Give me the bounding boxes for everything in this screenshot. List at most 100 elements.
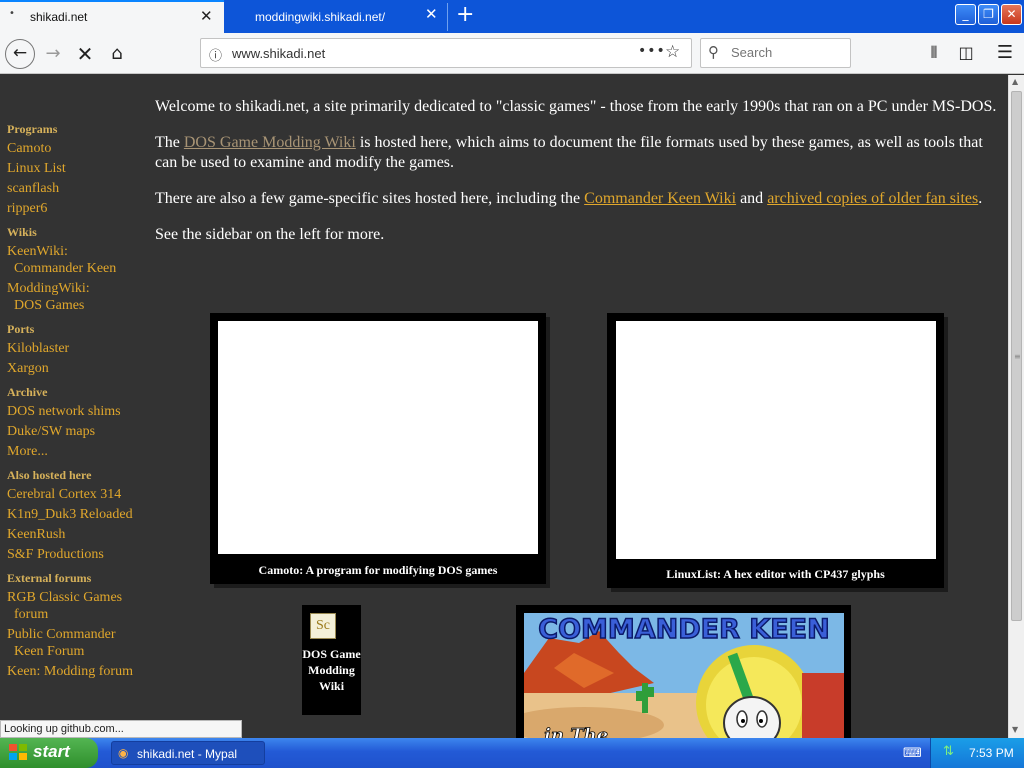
main-content: Welcome to shikadi.net, a site primarily… [155, 97, 1000, 261]
sidebar-link[interactable]: Linux List [7, 160, 147, 177]
modding-wiki-link[interactable]: DOS Game Modding Wiki [184, 134, 356, 151]
sidebar-link[interactable]: Public Commander Keen Forum [7, 626, 147, 660]
home-button[interactable]: ⌂ [102, 39, 132, 69]
sidebar-link[interactable]: S&F Productions [7, 546, 147, 563]
linuxlist-card[interactable]: LinuxList: A hex editor with CP437 glyph… [607, 313, 944, 588]
sidebar-link-text: Linux List [7, 161, 66, 176]
sites-paragraph: There are also a few game-specific sites… [155, 189, 1000, 209]
system-tray: ⇅ 7:53 PM [930, 738, 1024, 768]
sidebar-link-text: K1n9_Duk3 Reloaded [7, 507, 133, 522]
keen-title: COMMANDER KEEN [538, 614, 829, 645]
sidebar-link[interactable]: K1n9_Duk3 Reloaded [7, 506, 147, 523]
linuxlist-caption: LinuxList: A hex editor with CP437 glyph… [666, 567, 885, 581]
linuxlist-screenshot[interactable] [616, 321, 936, 559]
sidebar-link-text: Camoto [7, 141, 52, 156]
close-tab-icon[interactable]: ✕ [425, 5, 438, 23]
sidebar-link-text: forum [14, 607, 49, 622]
tab-title: shikadi.net [30, 10, 88, 24]
wiki-logo[interactable]: Sc [310, 613, 336, 639]
fan-sites-link[interactable]: archived copies of older fan sites [767, 190, 978, 207]
forward-button[interactable]: → [38, 39, 68, 69]
scroll-down-icon[interactable]: ▼ [1012, 725, 1018, 734]
sidebar-link[interactable]: RGB Classic Games forum [7, 589, 147, 623]
text: . [978, 190, 983, 207]
navigation-toolbar: ← → ✕ ⌂ ⓘ www.shikadi.net ••• ☆ ⚲ ⫴ ◫ ☰ [0, 33, 1024, 74]
vertical-scrollbar[interactable]: ▲ ≡ ▼ [1008, 75, 1024, 738]
sidebar-link-text: Commander Keen [14, 261, 117, 276]
sidebar-link[interactable]: More... [7, 443, 147, 460]
scroll-grip-icon: ≡ [1014, 352, 1021, 361]
commander-keen-image[interactable]: COMMANDER KEEN in The [524, 613, 844, 738]
sidebar-link[interactable]: ripper6 [7, 200, 147, 217]
sidebar-heading: Wikis [7, 225, 37, 239]
sidebar-link-text: Xargon [7, 361, 49, 376]
search-icon: ⚲ [708, 43, 719, 61]
modding-wiki-card[interactable]: Sc DOS Game Modding Wiki [302, 605, 361, 715]
sidebar-link-text: Keen: Modding forum [7, 664, 133, 679]
keen-card[interactable]: COMMANDER KEEN in The [516, 605, 851, 738]
camoto-screenshot[interactable] [218, 321, 538, 554]
close-tab-icon[interactable]: ✕ [200, 7, 213, 25]
sidebar-note: See the sidebar on the left for more. [155, 226, 385, 243]
scroll-up-icon[interactable]: ▲ [1012, 77, 1018, 86]
sidebar-toggle-icon[interactable]: ◫ [952, 39, 980, 67]
windows-logo-icon [9, 744, 29, 762]
sidebar-link-text: KeenRush [7, 527, 66, 542]
taskbar-item-label: shikadi.net - Mypal [137, 747, 238, 761]
page-actions-icon[interactable]: ••• [638, 43, 666, 59]
sidebar-link-text: Kiloblaster [7, 341, 70, 356]
start-label: start [33, 742, 70, 761]
hamburger-menu-icon[interactable]: ☰ [991, 39, 1019, 67]
sidebar-link[interactable]: DOS network shims [7, 403, 147, 420]
sidebar-heading: Archive [7, 385, 48, 399]
sidebar-link[interactable]: Duke/SW maps [7, 423, 147, 440]
tab-moddingwiki[interactable]: moddingwiki.shikadi.net/ ✕ [226, 3, 448, 31]
close-window-button[interactable]: ✕ [1001, 4, 1022, 25]
search-input[interactable] [731, 45, 841, 60]
sidebar-link[interactable]: ModdingWiki: DOS Games [7, 280, 147, 314]
back-button[interactable]: ← [5, 39, 35, 69]
sidebar-link[interactable]: Camoto [7, 140, 147, 157]
sidebar-link[interactable]: Xargon [7, 360, 147, 377]
sidebar-link[interactable]: Keen: Modding forum [7, 663, 147, 680]
taskbar-item-mypal[interactable]: ◉ shikadi.net - Mypal [111, 741, 265, 765]
sidebar-link[interactable]: Kiloblaster [7, 340, 147, 357]
start-button[interactable]: start [0, 738, 98, 768]
sidebar-link-text: Public Commander [7, 627, 116, 642]
stop-button[interactable]: ✕ [70, 39, 100, 69]
new-tab-button[interactable]: + [456, 2, 474, 28]
intro-paragraph: Welcome to shikadi.net, a site primarily… [155, 98, 997, 115]
maximize-button[interactable]: ❐ [978, 4, 999, 25]
sidebar-link[interactable]: KeenRush [7, 526, 147, 543]
address-bar[interactable]: ⓘ www.shikadi.net ••• ☆ [200, 38, 692, 68]
sidebar-link[interactable]: Cerebral Cortex 314 [7, 486, 147, 503]
info-icon[interactable]: ⓘ [209, 45, 222, 64]
wiki-caption: DOS Game Modding Wiki [302, 647, 361, 693]
sidebar-link-text: DOS Games [14, 298, 85, 313]
url-text[interactable]: www.shikadi.net [232, 46, 325, 61]
bookmark-star-icon[interactable]: ☆ [665, 42, 680, 62]
keen-wiki-link[interactable]: Commander Keen Wiki [584, 190, 736, 207]
sidebar-link-text: ModdingWiki: [7, 281, 90, 296]
text: There are also a few game-specific sites… [155, 190, 585, 207]
camoto-caption: Camoto: A program for modifying DOS game… [258, 563, 498, 577]
search-box[interactable]: ⚲ [700, 38, 851, 68]
tab-shikadi[interactable]: • shikadi.net ✕ [0, 0, 224, 33]
sidebar-link-text: KeenWiki: [7, 244, 68, 259]
library-icon[interactable]: ⫴ [920, 39, 948, 67]
text: and [736, 190, 768, 207]
browser-app-icon: ◉ [118, 746, 129, 760]
network-icon[interactable]: ⇅ [943, 744, 954, 759]
tab-bar: • shikadi.net ✕ moddingwiki.shikadi.net/… [0, 0, 1024, 33]
sidebar-link[interactable]: scanflash [7, 180, 147, 197]
sidebar-link[interactable]: KeenWiki: Commander Keen [7, 243, 147, 277]
windows-taskbar: start ◉ shikadi.net - Mypal ⌨ ⇅ 7:53 PM [0, 738, 1024, 768]
status-bar: Looking up github.com... [0, 720, 242, 738]
sidebar-link-text: DOS network shims [7, 404, 121, 419]
minimize-button[interactable]: _ [955, 4, 976, 25]
tab-loading-icon: • [9, 8, 15, 19]
sidebar-link-text: RGB Classic Games [7, 590, 123, 605]
camoto-card[interactable]: Camoto: A program for modifying DOS game… [210, 313, 546, 584]
keyboard-icon[interactable]: ⌨ [903, 746, 922, 761]
clock[interactable]: 7:53 PM [969, 746, 1014, 760]
